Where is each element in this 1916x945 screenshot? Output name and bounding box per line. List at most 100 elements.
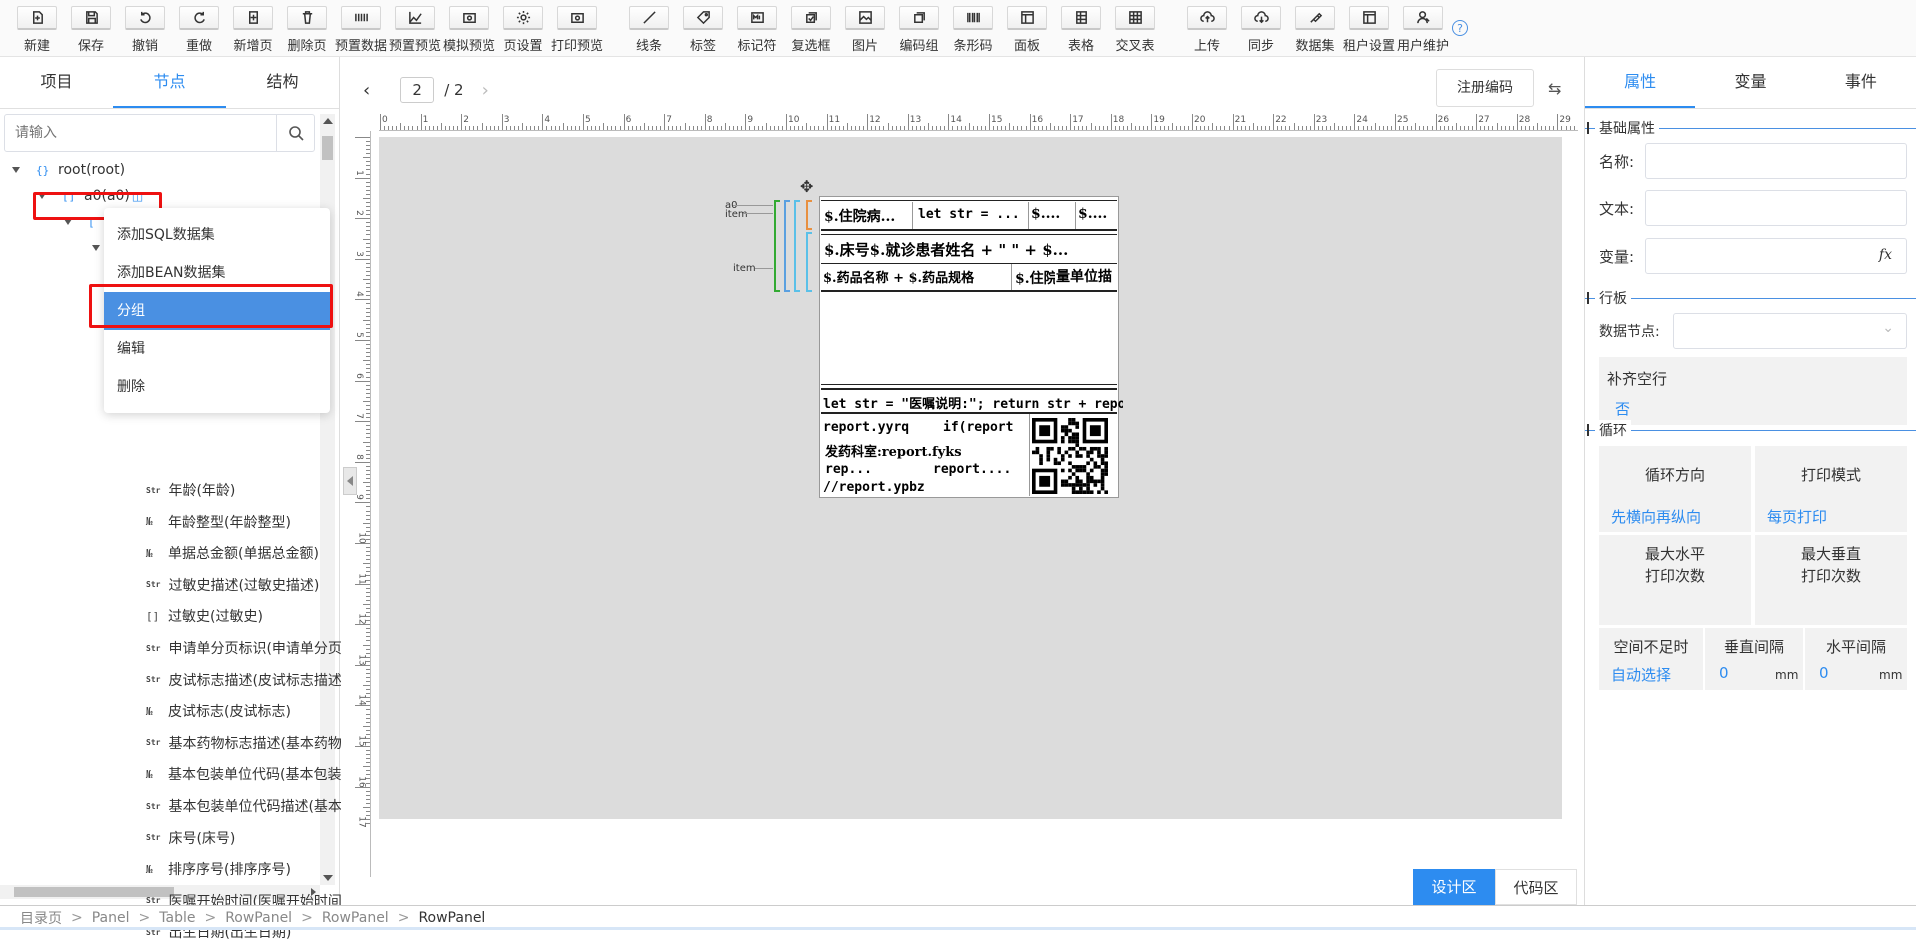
toolbar-button-simulate-preview[interactable]: 模拟预览 [442,0,496,57]
vertical-gap-value[interactable]: 0 [1719,664,1729,682]
tree-leaf-node[interactable]: Str 过敏史描述(过敏史描述) [146,572,319,598]
toolbar-button-preset-data[interactable]: 预置数据 [334,0,388,57]
tab-project[interactable]: 项目 [0,57,113,108]
tab-events[interactable]: 事件 [1806,57,1916,108]
vertical-gap-box[interactable]: 垂直间隔 0 mm [1705,628,1803,690]
toolbar-label: 交叉表 [1115,39,1155,54]
toolbar-button-line[interactable]: 线条 [604,0,676,57]
toolbar-button-undo[interactable]: 撤销 [118,0,172,57]
max-vertical-print-box[interactable]: 最大垂直 打印次数 [1755,535,1907,625]
toolbar-button-redo[interactable]: 重做 [172,0,226,57]
formula-icon[interactable]: fx [1879,247,1892,263]
user-maintenance-icon [1403,6,1443,30]
variable-field[interactable]: fx [1645,238,1907,274]
report-cell[interactable]: report.yyrq [823,420,921,435]
swap-icon[interactable]: ⇆ [1548,79,1561,98]
code-tab-button[interactable]: 代码区 [1495,869,1577,905]
menu-add-sql-dataset[interactable]: 添加SQL数据集 [104,216,330,254]
report-cell[interactable]: $.住院 [1015,268,1055,288]
tree-leaf-node[interactable]: Str 年龄(年龄) [146,477,235,503]
toolbar-button-checkbox[interactable]: 复选框 [784,0,838,57]
tab-structure[interactable]: 结构 [226,57,339,108]
report-cell[interactable]: let str = ... [918,207,1028,222]
tab-properties[interactable]: 属性 [1585,57,1696,108]
max-horizontal-print-box[interactable]: 最大水平 打印次数 [1599,535,1751,625]
loop-direction-box[interactable]: 循环方向 先横向再纵向 [1599,446,1751,532]
tree-leaf-node[interactable]: № 排序序号(排序序号) [146,856,291,882]
toolbar-button-barcode[interactable]: 条形码 [946,0,1000,57]
tree-leaf-node[interactable]: [] 过敏史(过敏史) [146,603,263,629]
toolbar-button-sync[interactable]: 同步 [1234,0,1288,57]
fill-empty-rows-box[interactable]: 补齐空行 否 [1599,357,1907,425]
tree-leaf-node[interactable]: Str 皮试标志描述(皮试标志描述) [146,667,347,693]
toolbar-button-preset-preview[interactable]: 预置预览 [388,0,442,57]
report-cell[interactable]: rep... [825,462,881,477]
text-field[interactable] [1645,190,1907,226]
breadcrumb-item[interactable]: RowPanel [418,910,485,926]
tree-node-root[interactable]: {} root(root) [12,157,125,183]
toolbar-button-save[interactable]: 保存 [64,0,118,57]
tree-leaf-node[interactable]: Str 床号(床号) [146,825,235,851]
breadcrumb-item[interactable]: RowPanel [225,910,292,926]
toolbar-button-marker[interactable]: 标记符 [730,0,784,57]
toolbar-button-delete-page[interactable]: 删除页 [280,0,334,57]
report-cell[interactable]: 量单位描 [1056,266,1116,286]
data-node-select[interactable]: ⌄ [1673,313,1907,349]
collapse-left-panel-handle[interactable] [343,467,357,495]
toolbar-button-add-page[interactable]: 新增页 [226,0,280,57]
register-code-button[interactable]: 注册编码 [1436,69,1534,107]
next-page-icon[interactable]: › [482,80,489,101]
report-cell[interactable]: $.床号$.就诊患者姓名 + " " + $... [824,239,1118,260]
toolbar-button-upload[interactable]: 上传 [1162,0,1234,57]
loop-direction-value[interactable]: 先横向再纵向 [1611,506,1701,527]
horizontal-gap-box[interactable]: 水平间隔 0 mm [1805,628,1907,690]
help-icon[interactable]: ? [1452,20,1468,36]
report-cell[interactable]: $.住院病... [824,206,912,226]
design-tab-button[interactable]: 设计区 [1413,869,1495,905]
page-number-input[interactable]: 2 [400,77,435,103]
breadcrumb-item[interactable]: Table [159,910,195,926]
toolbar-button-code-group[interactable]: 编码组 [892,0,946,57]
report-cell[interactable]: $.... [1078,206,1116,222]
insufficient-space-value[interactable]: 自动选择 [1611,664,1671,685]
report-cell[interactable]: let str = "医嘱说明:"; return str + report.y… [823,393,1123,412]
report-cell[interactable]: $.... [1031,206,1075,222]
fill-empty-rows-value[interactable]: 否 [1615,398,1630,419]
toolbar-button-user-maintenance[interactable]: 用户维护 [1396,0,1450,57]
toolbar-button-print-preview[interactable]: 打印预览 [550,0,604,57]
name-field[interactable] [1645,143,1907,179]
tab-variables[interactable]: 变量 [1695,57,1805,108]
toolbar-button-crosstab[interactable]: 交叉表 [1108,0,1162,57]
breadcrumb-item[interactable]: Panel [92,910,130,926]
report-cell[interactable]: $.药品名称 + $.药品规格 [823,267,1009,286]
report-cell[interactable]: if(report [943,420,1027,435]
menu-delete[interactable]: 删除 [104,368,330,406]
menu-edit[interactable]: 编辑 [104,330,330,368]
move-handle-icon[interactable]: ✥ [800,177,813,196]
insufficient-space-box[interactable]: 空间不足时 自动选择 [1599,628,1703,690]
search-icon[interactable] [276,115,314,151]
print-mode-box[interactable]: 打印模式 每页打印 [1755,446,1907,532]
report-cell[interactable]: report.... [933,462,1027,477]
tab-nodes[interactable]: 节点 [113,57,226,108]
toolbar-button-image[interactable]: 图片 [838,0,892,57]
toolbar-button-new-file[interactable]: 新建 [10,0,64,57]
toolbar-button-table[interactable]: 表格 [1054,0,1108,57]
breadcrumb-item[interactable]: RowPanel [322,910,389,926]
toolbar-button-page-settings[interactable]: 页设置 [496,0,550,57]
print-mode-value[interactable]: 每页打印 [1767,506,1827,527]
qr-code-image[interactable] [1032,418,1108,494]
report-cell[interactable]: 发药科室:report.fyks [825,441,1027,460]
toolbar-button-panel[interactable]: 面板 [1000,0,1054,57]
report-cell[interactable]: //report.ypbz [823,480,1023,495]
prev-page-icon[interactable]: ‹ [363,80,370,101]
horizontal-gap-value[interactable]: 0 [1819,664,1829,682]
breadcrumb-item[interactable]: 目录页 [20,908,62,928]
tree-leaf-node[interactable]: № 年龄整型(年龄整型) [146,509,291,535]
toolbar-button-dataset[interactable]: 数据集 [1288,0,1342,57]
toolbar-button-label-tag[interactable]: 标签 [676,0,730,57]
tree-leaf-node[interactable]: № 单据总金额(单据总金额) [146,540,319,566]
toolbar-button-tenant-settings[interactable]: 租户设置 [1342,0,1396,57]
search-input[interactable] [5,115,275,151]
tree-leaf-node[interactable]: № 皮试标志(皮试标志) [146,698,291,724]
